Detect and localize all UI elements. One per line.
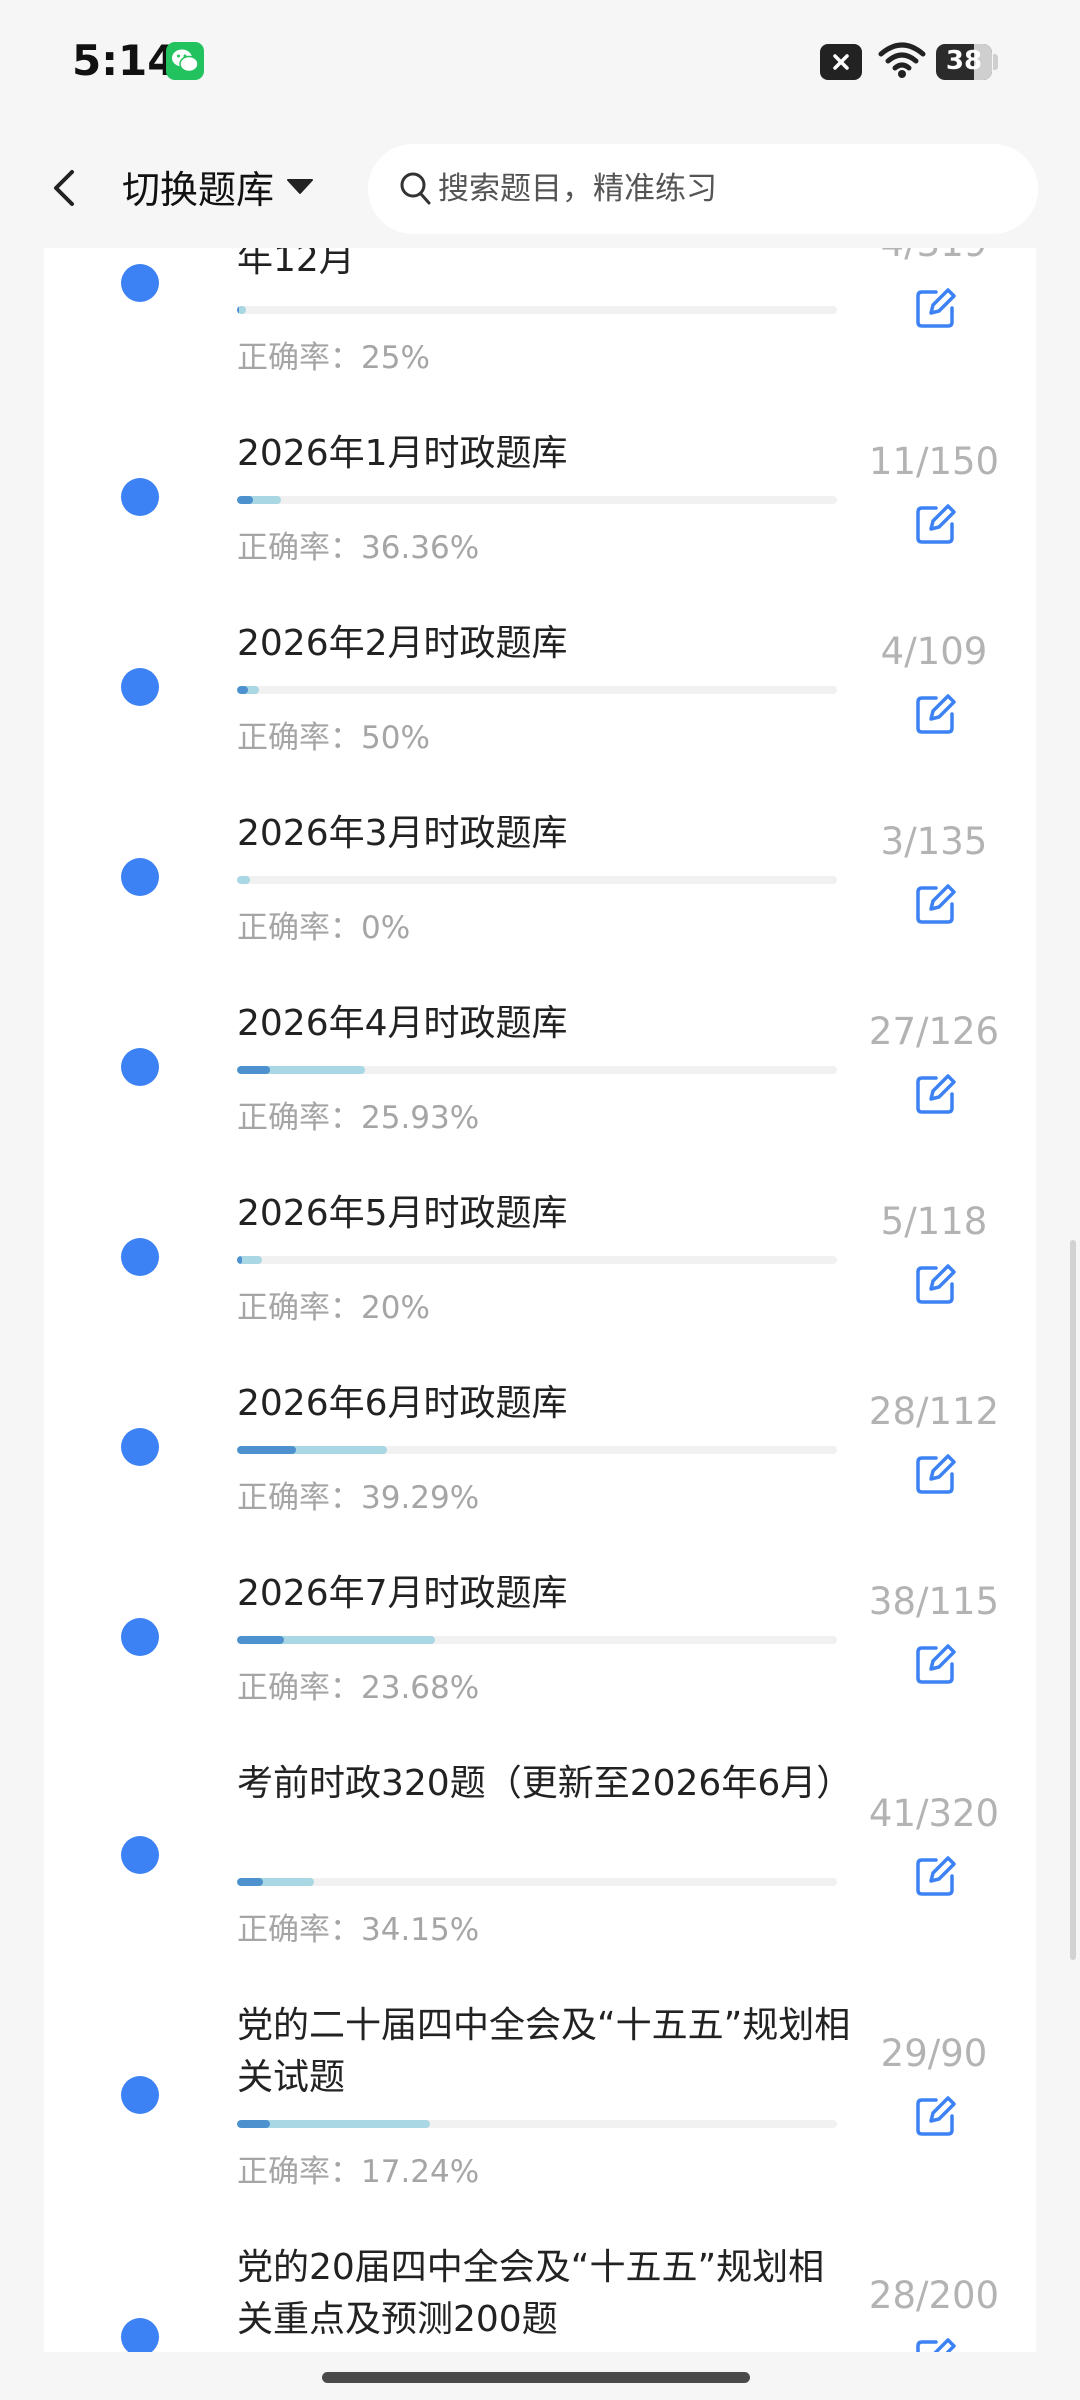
switch-bank-dropdown[interactable]: 切换题库	[122, 156, 314, 216]
item-accuracy: 正确率：34.15%	[237, 1912, 480, 1948]
edit-icon[interactable]	[914, 286, 958, 330]
item-title: 党的20届四中全会及“十五五”规划相关重点及预测200题	[237, 2247, 825, 2340]
bullet-dot	[121, 2318, 159, 2352]
item-accuracy: 正确率：50%	[237, 720, 430, 756]
item-accuracy: 正确率：17.24%	[237, 2154, 480, 2190]
bullet-dot	[121, 478, 159, 516]
item-title: 考前时政320题（更新至2026年6月）	[237, 1763, 853, 1804]
item-count: 4/109	[880, 630, 988, 673]
item-title: 2026年5月时政题库	[237, 1193, 568, 1234]
progress-bar	[237, 306, 837, 314]
chevron-left-icon	[54, 170, 74, 206]
item-title: 年12月	[237, 248, 355, 280]
wifi-icon	[878, 42, 926, 78]
bullet-dot	[121, 264, 159, 302]
nav-bar: 切换题库	[0, 128, 1080, 248]
item-title: 2026年3月时政题库	[237, 813, 568, 854]
progress-correct	[237, 1878, 264, 1886]
bullet-dot	[121, 1428, 159, 1466]
bullet-dot	[121, 1618, 159, 1656]
item-count: 28/200	[868, 2274, 1000, 2317]
item-accuracy: 正确率：0%	[237, 910, 411, 946]
bullet-dot	[121, 1836, 159, 1874]
edit-icon[interactable]	[914, 1262, 958, 1306]
item-count: 11/150	[868, 440, 1000, 483]
item-title: 2026年2月时政题库	[237, 623, 568, 664]
caret-down-icon	[287, 179, 314, 194]
progress-bar	[237, 1446, 837, 1454]
edit-icon[interactable]	[914, 1854, 958, 1898]
edit-icon[interactable]	[914, 1072, 958, 1116]
progress-bar	[237, 1636, 837, 1644]
item-count: 28/112	[868, 1390, 1000, 1433]
wechat-notification-icon	[166, 42, 204, 80]
search-icon	[400, 172, 431, 205]
edit-icon[interactable]	[914, 1642, 958, 1686]
progress-correct	[237, 1636, 284, 1644]
item-accuracy: 正确率：36.36%	[237, 530, 480, 566]
question-bank-list: 年12月 正确率：25% 4/319 2026年1月时政题库 正确率：36.36…	[44, 248, 1036, 2352]
notification-blocked-icon	[820, 44, 862, 80]
bullet-dot	[121, 858, 159, 896]
status-time: 5:14	[72, 36, 177, 85]
edit-icon[interactable]	[914, 2094, 958, 2138]
back-button[interactable]	[42, 158, 92, 218]
edit-icon[interactable]	[914, 1452, 958, 1496]
status-bar: 5:14 38	[0, 0, 1080, 128]
item-accuracy: 正确率：25%	[237, 340, 430, 376]
bullet-dot	[121, 668, 159, 706]
item-count: 38/115	[868, 1580, 1000, 1623]
progress-bar	[237, 1256, 837, 1264]
item-count: 5/118	[880, 1200, 988, 1243]
progress-correct	[237, 1256, 243, 1264]
item-title: 2026年1月时政题库	[237, 433, 568, 474]
progress-correct	[237, 686, 249, 694]
item-count: 41/320	[868, 1792, 1000, 1835]
item-title: 党的二十届四中全会及“十五五”规划相关试题	[237, 2005, 851, 2098]
item-title: 2026年6月时政题库	[237, 1383, 568, 1424]
item-accuracy: 正确率：39.29%	[237, 1480, 480, 1516]
home-indicator[interactable]	[322, 2372, 750, 2383]
item-title: 2026年7月时政题库	[237, 1573, 568, 1614]
bullet-dot	[121, 1048, 159, 1086]
progress-done	[237, 876, 251, 884]
switch-bank-label: 切换题库	[122, 167, 275, 212]
progress-bar	[237, 496, 837, 504]
item-count: 29/90	[880, 2032, 988, 2075]
bullet-dot	[121, 1238, 159, 1276]
progress-correct	[237, 1446, 296, 1454]
progress-correct	[237, 2120, 271, 2128]
battery-level: 38	[945, 46, 983, 76]
progress-correct	[237, 306, 239, 314]
search-bar[interactable]	[368, 144, 1038, 234]
battery-tip	[993, 54, 998, 70]
item-count: 3/135	[880, 820, 988, 863]
scrollbar[interactable]	[1070, 1240, 1076, 1960]
progress-bar	[237, 2120, 837, 2128]
item-accuracy: 正确率：20%	[237, 1290, 430, 1326]
edit-icon[interactable]	[914, 2336, 958, 2352]
progress-correct	[237, 1066, 271, 1074]
progress-bar	[237, 686, 837, 694]
search-input[interactable]	[438, 162, 998, 216]
edit-icon[interactable]	[914, 692, 958, 736]
bullet-dot	[121, 2076, 159, 2114]
item-accuracy: 正确率：25.93%	[237, 1100, 480, 1136]
battery-icon: 38	[936, 44, 992, 80]
item-count: 27/126	[868, 1010, 1000, 1053]
edit-icon[interactable]	[914, 882, 958, 926]
item-accuracy: 正确率：23.68%	[237, 1670, 480, 1706]
edit-icon[interactable]	[914, 502, 958, 546]
progress-bar	[237, 1066, 837, 1074]
progress-bar	[237, 876, 837, 884]
item-count: 4/319	[862, 248, 1006, 265]
item-title: 2026年4月时政题库	[237, 1003, 568, 1044]
progress-bar	[237, 1878, 837, 1886]
progress-correct	[237, 496, 253, 504]
